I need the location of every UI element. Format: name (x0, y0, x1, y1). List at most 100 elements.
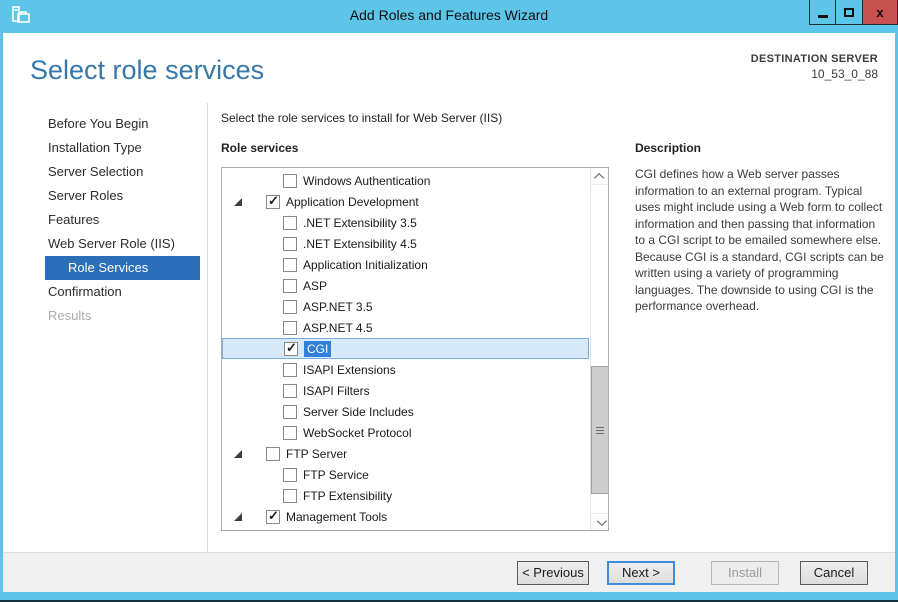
sidebar-item-server-roles[interactable]: Server Roles (45, 184, 200, 208)
tree-row[interactable]: Server Side Includes (222, 401, 589, 422)
tree-row[interactable]: ASP.NET 3.5 (222, 296, 589, 317)
tree-row-label: FTP Server (286, 447, 347, 461)
scroll-up-button[interactable] (591, 168, 609, 185)
gripper-icon (596, 433, 604, 434)
checkbox[interactable] (283, 279, 297, 293)
tree-row[interactable]: ✓ Application Development (222, 191, 589, 212)
close-button[interactable]: x (863, 0, 898, 25)
cancel-button[interactable]: Cancel (800, 561, 868, 585)
checkbox[interactable] (266, 447, 280, 461)
tree-row[interactable]: ✓ Management Tools (222, 506, 589, 527)
tree-row-label: ASP (303, 279, 327, 293)
previous-button[interactable]: < Previous (517, 561, 589, 585)
tree-row-label: CGI (304, 341, 331, 357)
scrollbar-thumb[interactable] (591, 366, 609, 494)
role-services-listbox: Windows Authentication ✓ Application Devel… (221, 167, 609, 531)
wizard-window: Add Roles and Features Wizard x Select r… (0, 0, 898, 602)
sidebar-nav: Before You BeginInstallation TypeServer … (45, 112, 200, 328)
minimize-button[interactable] (809, 0, 836, 25)
tree-row-label: ASP.NET 3.5 (303, 300, 373, 314)
titlebar: Add Roles and Features Wizard x (0, 0, 898, 30)
tree-row[interactable]: WebSocket Protocol (222, 422, 589, 443)
minimize-icon (818, 15, 828, 18)
sidebar-item-installation-type[interactable]: Installation Type (45, 136, 200, 160)
destination-server-label: DESTINATION SERVER (751, 53, 878, 65)
tree-row-label: Management Tools (286, 510, 387, 524)
checkbox[interactable] (283, 384, 297, 398)
tree-row[interactable]: ISAPI Filters (222, 380, 589, 401)
checkbox[interactable] (283, 258, 297, 272)
tree-row[interactable]: FTP Extensibility (222, 485, 589, 506)
checkbox[interactable] (283, 216, 297, 230)
sidebar-item-server-selection[interactable]: Server Selection (45, 160, 200, 184)
tree-row-label: ISAPI Extensions (303, 363, 396, 377)
sidebar-item-web-server-role-iis-[interactable]: Web Server Role (IIS) (45, 232, 200, 256)
tree-row[interactable]: ISAPI Extensions (222, 359, 589, 380)
scrollbar-track[interactable] (591, 185, 609, 513)
expander-triangle-icon[interactable] (234, 513, 242, 521)
sidebar-item-results: Results (45, 304, 200, 328)
wizard-body: Select role services DESTINATION SERVER … (0, 30, 898, 592)
tree-row[interactable]: ASP.NET 4.5 (222, 317, 589, 338)
checkmark-icon: ✓ (286, 340, 297, 356)
checkbox[interactable] (283, 321, 297, 335)
checkbox[interactable]: ✓ (266, 510, 280, 524)
tree-row[interactable]: .NET Extensibility 4.5 (222, 233, 589, 254)
sidebar-item-confirmation[interactable]: Confirmation (45, 280, 200, 304)
checkbox[interactable] (283, 426, 297, 440)
destination-server-value: 10_53_0_88 (751, 67, 878, 81)
close-icon: x (876, 6, 883, 19)
tree-row-label: Windows Authentication (303, 174, 430, 188)
tree-row-label: Server Side Includes (303, 405, 414, 419)
gripper-icon (596, 430, 604, 431)
instruction-text: Select the role services to install for … (221, 111, 502, 125)
tree-row[interactable]: Application Initialization (222, 254, 589, 275)
role-services-label: Role services (221, 141, 298, 155)
maximize-icon (844, 8, 854, 17)
tree-row[interactable]: FTP Service (222, 464, 589, 485)
checkbox[interactable]: ✓ (266, 195, 280, 209)
tree-row-label: Application Development (286, 195, 419, 209)
tree-row-label: FTP Service (303, 468, 369, 482)
checkbox[interactable] (283, 489, 297, 503)
sidebar-item-before-you-begin[interactable]: Before You Begin (45, 112, 200, 136)
sidebar-item-role-services[interactable]: Role Services (45, 256, 200, 280)
checkbox[interactable] (283, 174, 297, 188)
gripper-icon (596, 427, 604, 428)
tree-row-label: ISAPI Filters (303, 384, 370, 398)
checkbox[interactable] (283, 300, 297, 314)
tree-row[interactable]: .NET Extensibility 3.5 (222, 212, 589, 233)
tree-row[interactable]: ✓ CGI (222, 338, 589, 359)
maximize-button[interactable] (836, 0, 863, 25)
next-button[interactable]: Next > (607, 561, 675, 585)
tree-row[interactable]: ASP (222, 275, 589, 296)
scroll-down-button[interactable] (591, 513, 609, 530)
tree-row-label: Application Initialization (303, 258, 428, 272)
description-title: Description (635, 141, 701, 155)
tree-row[interactable]: FTP Server (222, 443, 589, 464)
tree-row-label: .NET Extensibility 3.5 (303, 216, 417, 230)
expander-triangle-icon[interactable] (234, 198, 242, 206)
tree-row-label: FTP Extensibility (303, 489, 392, 503)
sidebar-item-features[interactable]: Features (45, 208, 200, 232)
tree-row-label: ASP.NET 4.5 (303, 321, 373, 335)
checkbox[interactable] (283, 363, 297, 377)
sidebar-divider (207, 103, 208, 585)
expander-triangle-icon[interactable] (234, 450, 242, 458)
scrollbar[interactable] (590, 168, 608, 530)
checkmark-icon: ✓ (268, 193, 279, 209)
tree-row[interactable]: Windows Authentication (222, 170, 589, 191)
tree-row-label: WebSocket Protocol (303, 426, 412, 440)
tree-row-label: .NET Extensibility 4.5 (303, 237, 417, 251)
window-border-bottom (0, 592, 898, 600)
description-body: CGI defines how a Web server passes info… (635, 166, 885, 315)
checkbox[interactable] (283, 468, 297, 482)
chevron-up-icon (594, 172, 604, 182)
checkmark-icon: ✓ (268, 508, 279, 524)
checkbox[interactable] (283, 405, 297, 419)
role-services-tree: Windows Authentication ✓ Application Devel… (222, 170, 589, 527)
checkbox[interactable]: ✓ (284, 342, 298, 356)
install-button: Install (711, 561, 779, 585)
checkbox[interactable] (283, 237, 297, 251)
window-title: Add Roles and Features Wizard (350, 7, 548, 23)
